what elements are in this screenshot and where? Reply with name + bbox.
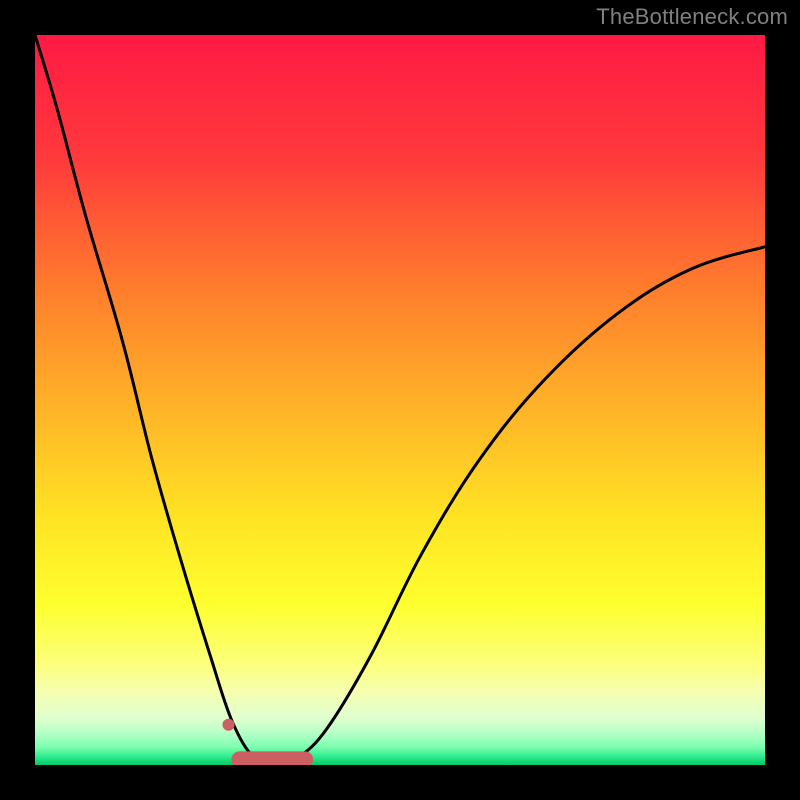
bottleneck-curve [35,35,765,765]
plot-area [35,35,765,765]
minimum-lead-dot [223,719,235,731]
bottleneck-curve-layer [35,35,765,765]
chart-frame: TheBottleneck.com [0,0,800,800]
watermark-text: TheBottleneck.com [596,4,788,30]
